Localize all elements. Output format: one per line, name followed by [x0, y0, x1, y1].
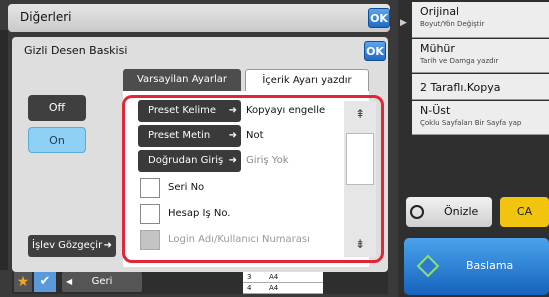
collapse-arrow-icon[interactable]: ▶ — [400, 18, 407, 28]
window-ok-button[interactable]: OK — [368, 8, 390, 28]
right-item-duplex[interactable]: 2 Taraflı.Kopya — [412, 74, 549, 100]
clear-all-button[interactable]: CA — [500, 197, 549, 227]
magnifier-icon — [410, 205, 424, 219]
preview-label: Önizle — [444, 205, 479, 218]
start-diamond-icon — [416, 254, 440, 278]
left-edge-strip — [0, 30, 8, 270]
highlight-frame — [122, 95, 384, 263]
dialog-ok-button[interactable]: OK — [364, 41, 386, 61]
right-item-stamp-label: Mühür — [420, 42, 455, 55]
right-item-nup[interactable]: N-Üst Çoklu Sayfaları Bir Sayfa yap — [412, 101, 549, 135]
tab-print-content-settings[interactable]: İçerik Ayarı yazdır — [245, 69, 369, 91]
star-icon[interactable]: ★ — [14, 272, 32, 292]
right-item-original-label: Orijinal — [420, 5, 460, 18]
mini-table-num: 3 — [247, 273, 252, 281]
tab-default-settings[interactable]: Varsayilan Ayarlar — [123, 69, 241, 91]
right-item-original-sub: Boyut/Yön Değiştir — [420, 20, 485, 28]
right-arrow-icon: ➜ — [103, 240, 112, 251]
off-button[interactable]: Off — [28, 95, 86, 121]
start-button[interactable]: Baslama — [404, 238, 549, 295]
checkmark-icon[interactable]: ✔ — [34, 272, 56, 292]
back-button[interactable]: ◀ Geri — [62, 272, 142, 292]
back-label: Geri — [91, 276, 113, 287]
right-item-nup-label: N-Üst — [420, 104, 451, 117]
right-item-stamp[interactable]: Mühür Tarih ve Damga yazdır — [412, 39, 549, 73]
mini-table-num: 4 — [247, 284, 252, 292]
right-item-duplex-label: 2 Taraflı.Kopya — [420, 81, 501, 94]
right-item-nup-sub: Çoklu Sayfaları Bir Sayfa yap — [420, 119, 522, 127]
right-item-stamp-sub: Tarih ve Damga yazdır — [420, 57, 499, 65]
function-check-button[interactable]: İşlev Gözgeçir ➜ — [28, 235, 116, 257]
window-title: Diğerleri — [20, 10, 72, 24]
mini-table-size: A4 — [269, 273, 279, 281]
mini-table-row: 3 A4 — [243, 272, 323, 283]
start-label: Baslama — [466, 259, 514, 272]
mini-table-row: 4 A4 — [243, 283, 323, 294]
right-item-original[interactable]: Orijinal Boyut/Yön Değiştir — [412, 2, 549, 38]
screen: Diğerleri OK ▶ Orijinal Boyut/Yön Değişt… — [0, 0, 549, 297]
window-title-bar: Diğerleri — [8, 4, 390, 32]
function-check-label: İşlev Gözgeçir — [32, 240, 103, 251]
mini-page-table: 3 A4 4 A4 — [243, 272, 323, 294]
back-arrow-icon: ◀ — [66, 277, 73, 286]
on-button[interactable]: On — [28, 127, 86, 153]
mini-table-size: A4 — [269, 284, 279, 292]
dialog-title: Gizli Desen Baskisi — [24, 44, 128, 57]
